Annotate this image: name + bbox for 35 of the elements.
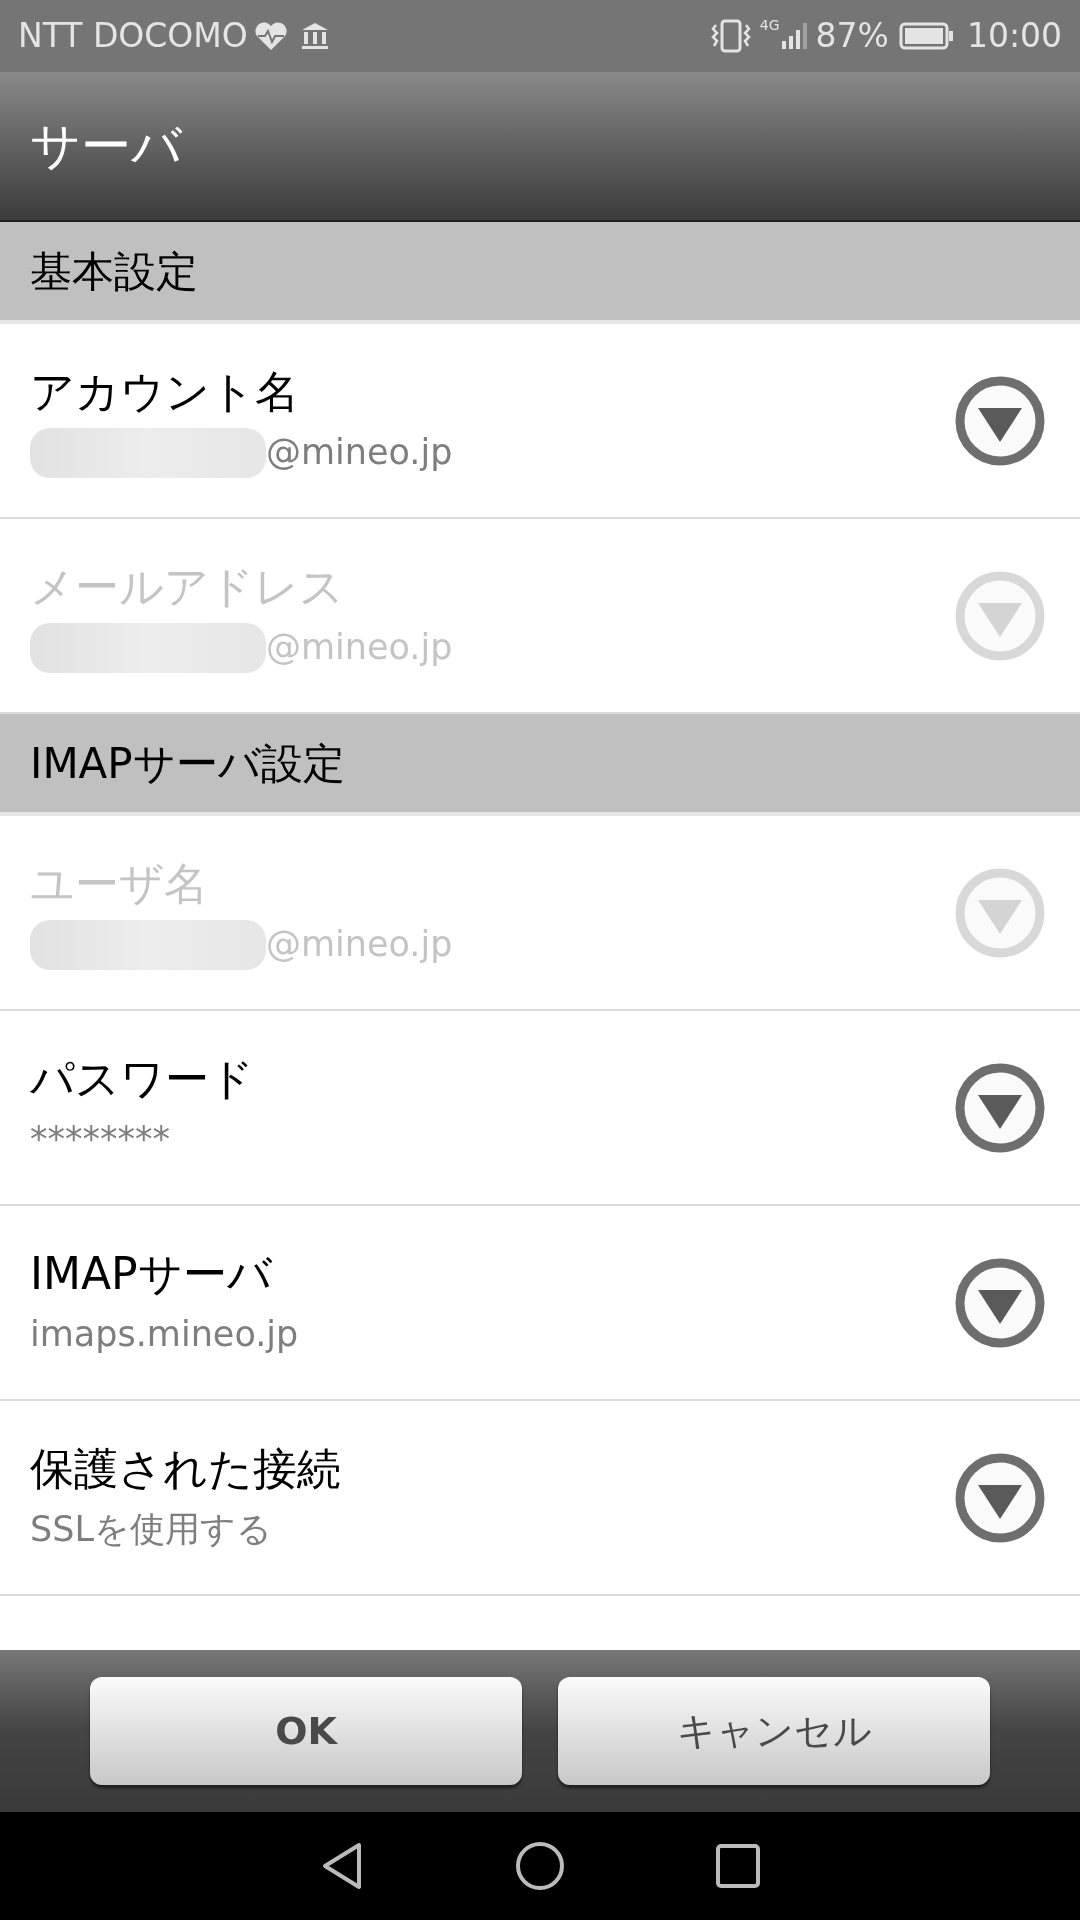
setting-value: @mineo.jp bbox=[266, 626, 453, 670]
setting-label: IMAPサーバ bbox=[30, 1247, 273, 1302]
setting-value: ******** bbox=[30, 1118, 170, 1162]
setting-label: メールアドレス bbox=[30, 560, 345, 615]
section-header: 基本設定 bbox=[30, 245, 198, 298]
setting-label: パスワード bbox=[30, 1052, 255, 1107]
screen-title: サーバ bbox=[30, 115, 182, 177]
setting-row[interactable]: IMAPサーバ imaps.mineo.jp bbox=[0, 1206, 1080, 1401]
dropdown-icon[interactable] bbox=[954, 1061, 1046, 1154]
setting-label: アカウント名 bbox=[30, 365, 300, 420]
setting-value: imaps.mineo.jp bbox=[30, 1313, 299, 1357]
setting-value: @mineo.jp bbox=[266, 431, 453, 475]
network-type-label: 4G bbox=[759, 18, 780, 32]
setting-label: ユーザ名 bbox=[30, 857, 209, 912]
carrier-label: NTT DOCOMO bbox=[18, 15, 248, 58]
battery-icon bbox=[898, 21, 955, 51]
bank-icon bbox=[299, 21, 330, 51]
signal-icon bbox=[779, 21, 810, 51]
setting-value: SSLを使用する bbox=[30, 1508, 272, 1552]
dropdown-icon[interactable] bbox=[954, 1256, 1046, 1349]
home-icon[interactable] bbox=[515, 1841, 565, 1891]
dropdown-icon[interactable] bbox=[954, 1451, 1046, 1544]
clock: 10:00 bbox=[966, 15, 1062, 58]
section-header: IMAPサーバ設定 bbox=[30, 737, 345, 790]
battery-percent: 87% bbox=[815, 15, 889, 58]
setting-value: @mineo.jp bbox=[266, 923, 453, 967]
dropdown-icon[interactable] bbox=[954, 374, 1046, 467]
setting-row[interactable]: アカウント名 @mineo.jp bbox=[0, 324, 1080, 519]
vibrate-icon bbox=[709, 19, 752, 53]
setting-label: 保護された接続 bbox=[30, 1442, 342, 1497]
recents-icon[interactable] bbox=[715, 1843, 761, 1889]
setting-row[interactable]: パスワード ******** bbox=[0, 1011, 1080, 1206]
ok-button[interactable]: OK bbox=[90, 1677, 522, 1785]
cancel-button[interactable]: キャンセル bbox=[558, 1677, 990, 1785]
heart-icon bbox=[253, 21, 288, 51]
